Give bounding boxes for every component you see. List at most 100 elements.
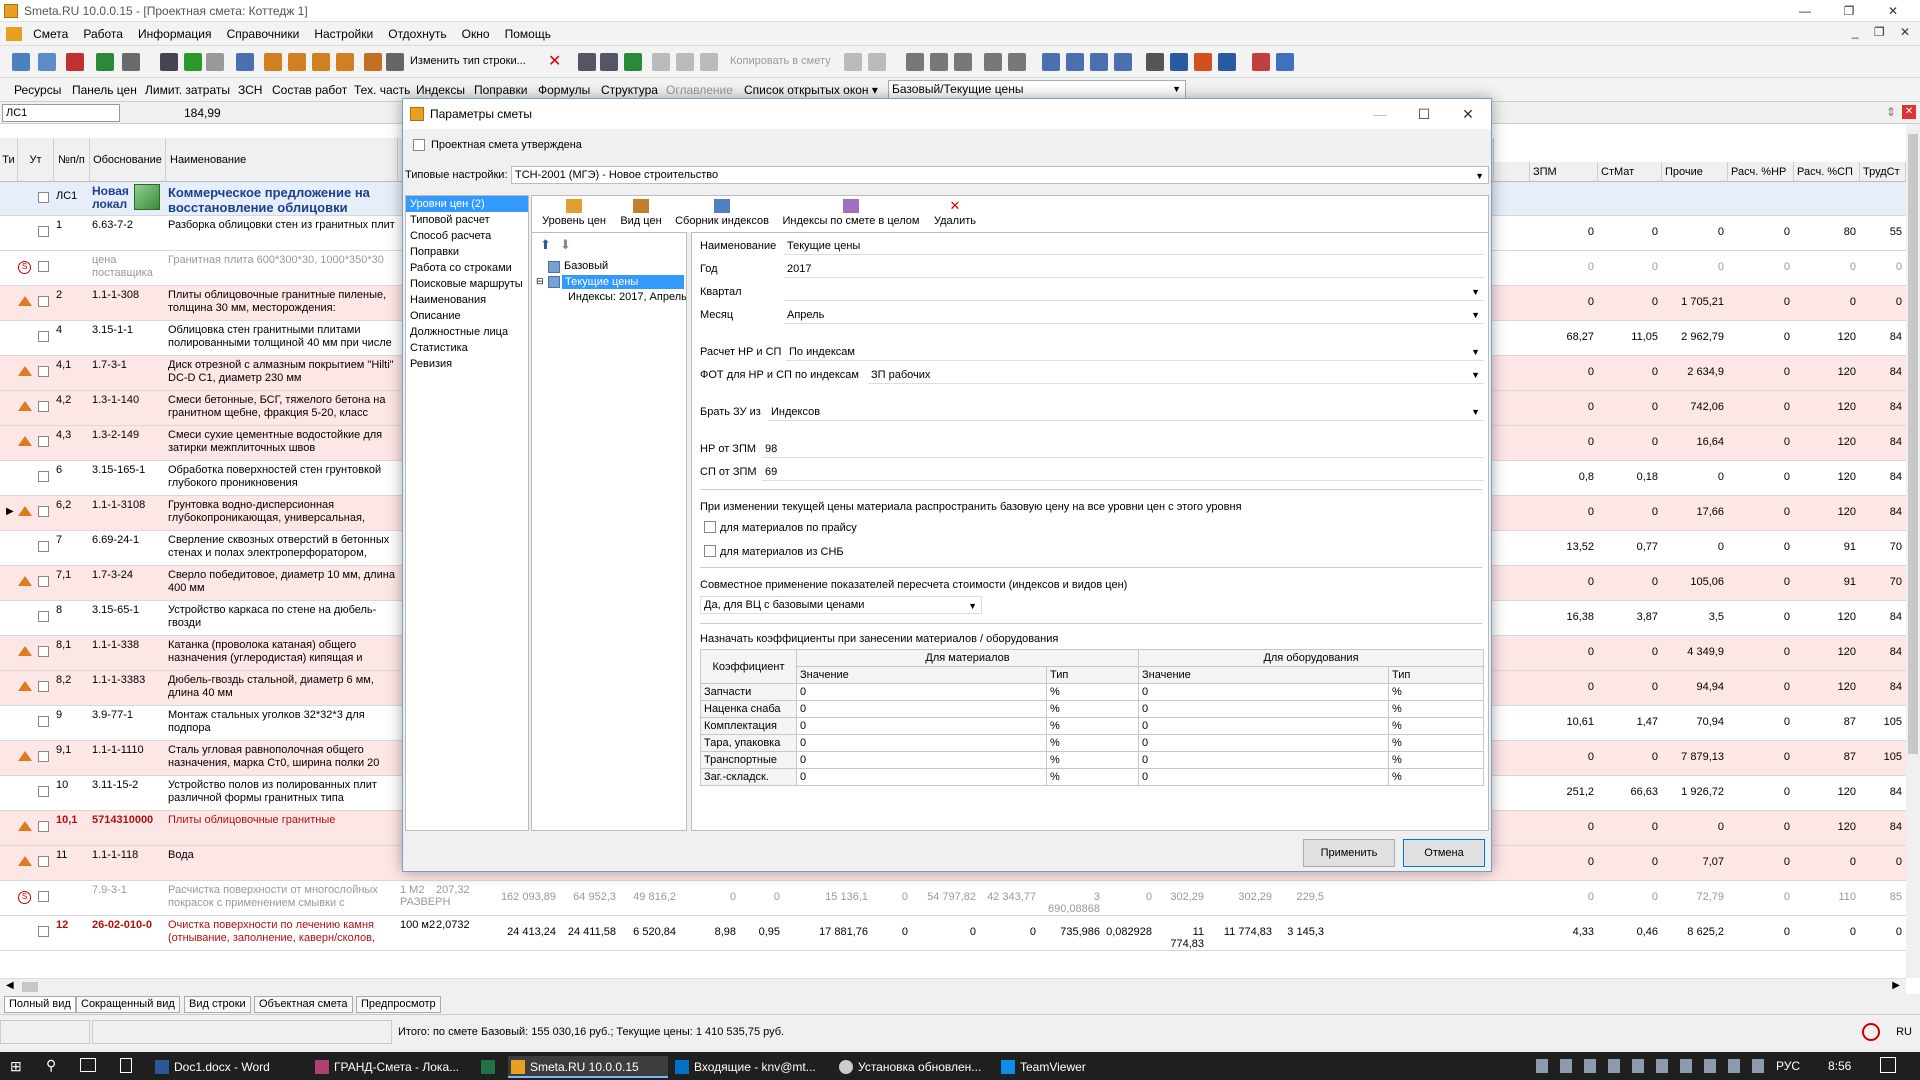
month-select[interactable]: Апрель ▼ [784,306,1484,324]
tool-icon-26[interactable] [930,53,948,71]
cell-name-input[interactable]: ЛС1 [2,104,120,122]
tree-node-indexes[interactable]: Индексы: 2017, Апрель [568,291,686,303]
coef-row[interactable]: Запчасти 0% 0% [700,683,1484,701]
dialog-minimize-button[interactable]: — [1363,103,1397,125]
row-checkbox[interactable] [38,856,49,867]
menu-window[interactable]: Окно [456,22,496,46]
col-basis[interactable]: Обоснование [90,138,166,182]
row-checkbox[interactable] [38,681,49,692]
typical-settings-combo[interactable]: ТСН-2001 (МГЭ) - Новое строительство ▼ [511,166,1489,184]
eq-value-cell[interactable]: 0 [1138,700,1389,718]
expand-icon[interactable]: ⇕ [1886,105,1896,119]
price-level-combo[interactable]: Базовый/Текущие цены ▼ [888,80,1186,99]
tool-icon-24[interactable] [868,53,886,71]
col-sp-pct[interactable]: Расч. %СП [1794,162,1860,182]
tab-short-view[interactable]: Сокращенный вид [76,996,180,1013]
eq-value-cell[interactable]: 0 [1138,751,1389,769]
dialog-maximize-button[interactable]: ☐ [1407,103,1441,125]
tool-icon-2[interactable] [38,53,56,71]
nrsp-select[interactable]: По индексам ▼ [786,343,1484,361]
copy-to-estimate-button[interactable]: Копировать в смету [730,55,831,67]
eq-type-cell[interactable]: % [1388,700,1484,718]
tool-icon-35[interactable] [1170,53,1188,71]
vertical-scrollbar[interactable] [1906,124,1920,978]
zu-select[interactable]: Индексов ▼ [768,403,1484,421]
coef-row[interactable]: Комплектация 0% 0% [700,717,1484,735]
tb-work-composition[interactable]: Состав работ [272,83,347,97]
table-row[interactable]: S 7.9-3-1 Расчистка поверхности от многосл… [0,881,1906,916]
tool-icon-31[interactable] [1066,53,1084,71]
row-checkbox[interactable] [38,436,49,447]
mat-value-cell[interactable]: 0 [796,717,1047,735]
section-corrections[interactable]: Поправки [406,244,528,260]
tool-icon-38[interactable] [1252,53,1270,71]
joint-application-select[interactable]: Да, для ВЦ с базовыми ценами ▼ [700,596,982,614]
tray-clock[interactable]: 8:56 [1828,1059,1851,1073]
mdi-controls[interactable]: _ ❐ ✕ [1852,25,1916,39]
dialog-close-button[interactable]: ✕ [1451,103,1485,125]
row-checkbox[interactable] [38,331,49,342]
approved-checkbox[interactable] [413,139,425,151]
col-stmat[interactable]: СтМат [1598,162,1662,182]
task-teamviewer[interactable]: TeamViewer [998,1056,1102,1078]
coef-row[interactable]: Наценка снаба 0% 0% [700,700,1484,718]
price-type-button[interactable]: Вид цен [616,199,666,227]
arrow-up-icon[interactable]: ⬆ [540,237,551,253]
mat-type-cell[interactable]: % [1046,751,1139,769]
section-revision[interactable]: Ревизия [406,356,528,372]
tool-icon-32[interactable] [1090,53,1108,71]
tb-contents[interactable]: Оглавление [666,83,733,97]
tool-icon-11[interactable] [288,53,306,71]
mat-value-cell[interactable]: 0 [796,683,1047,701]
tool-icon-19[interactable] [624,53,642,71]
tb-tech-part[interactable]: Тех. часть [354,83,410,97]
tool-icon-27[interactable] [954,53,972,71]
tool-icon-3[interactable] [66,53,84,71]
eq-type-cell[interactable]: % [1388,751,1484,769]
minimize-button[interactable]: — [1790,2,1820,20]
row-checkbox[interactable] [38,751,49,762]
delete-x-icon[interactable]: ✕ [548,53,566,71]
task-smeta[interactable]: Smeta.RU 10.0.0.15 [508,1056,668,1078]
tool-icon-18[interactable] [600,53,618,71]
row-checkbox[interactable] [38,471,49,482]
horizontal-scrollbar[interactable]: ◀ ▶ [0,978,1906,994]
mat-type-cell[interactable]: % [1046,734,1139,752]
row-checkbox[interactable] [38,786,49,797]
arrow-down-icon[interactable]: ⬇ [560,237,571,253]
section-price-levels[interactable]: Уровни цен (2) [406,196,528,212]
tab-object-estimate[interactable]: Объектная смета [254,996,353,1013]
save-icon[interactable] [160,53,178,71]
fot-select[interactable]: ЗП рабочих ▼ [868,366,1484,384]
tool-icon-28[interactable] [984,53,1002,71]
menu-help[interactable]: Помощь [499,22,557,46]
tab-full-view[interactable]: Полный вид [4,996,76,1013]
delete-level-button[interactable]: ✕ Удалить [930,199,980,228]
add-price-level-button[interactable]: Уровень цен [538,199,610,227]
row-checkbox[interactable] [38,821,49,832]
section-officials[interactable]: Должностные лица [406,324,528,340]
row-checkbox[interactable] [38,891,49,902]
refresh-icon[interactable] [184,53,202,71]
task-excel[interactable] [478,1056,500,1078]
nr-input[interactable]: 98 [762,440,1484,458]
tool-icon-37[interactable] [1218,53,1236,71]
menu-rabota[interactable]: Работа [77,22,129,46]
tool-icon-39[interactable] [1276,53,1294,71]
row-checkbox[interactable] [38,401,49,412]
tool-icon-29[interactable] [1008,53,1026,71]
mat-value-cell[interactable]: 0 [796,734,1047,752]
col-nr-pct[interactable]: Расч. %НР [1728,162,1794,182]
section-description[interactable]: Описание [406,308,528,324]
row-checkbox[interactable] [38,506,49,517]
section-search-routes[interactable]: Поисковые маршруты [406,276,528,292]
year-input[interactable]: 2017 [784,260,1484,278]
col-ti[interactable]: Ти [0,138,18,182]
section-typical-calc[interactable]: Типовой расчет [406,212,528,228]
change-row-type-button[interactable]: Изменить тип строки... [410,55,526,67]
estimate-indexes-button[interactable]: Индексы по смете в целом [778,199,924,227]
mat-type-cell[interactable]: % [1046,768,1139,786]
tray-icons[interactable] [1536,1059,1766,1073]
tool-icon-25[interactable] [906,53,924,71]
tool-icon-23[interactable] [844,53,862,71]
